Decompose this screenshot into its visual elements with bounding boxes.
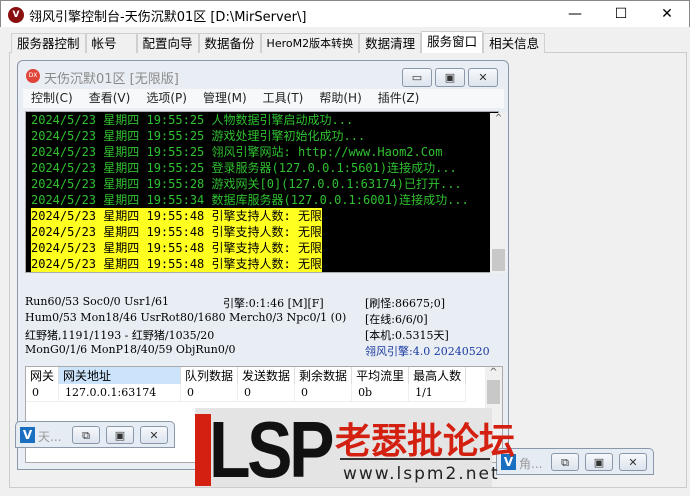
log-line-highlight: 2024/5/23 星期四 19:55:48 引擎支持人数: 无限 <box>31 240 322 256</box>
child-close-button[interactable]: ✕ <box>468 68 498 87</box>
log-line: 2024/5/23 星期四 19:55:25 登录服务器(127.0.0.1:5… <box>31 161 457 175</box>
col-avg-flow[interactable]: 平均流里 <box>351 367 410 384</box>
dx-icon: DX <box>26 69 40 83</box>
log-line: 2024/5/23 星期四 19:55:25 翎风引擎网站: http://ww… <box>31 145 443 159</box>
menu-bar: 控制(C) 查看(V) 选项(P) 管理(M) 工具(T) 帮助(H) 插件(Z… <box>23 89 504 108</box>
status-panel: Run60/53 Soc0/0 Usr1/61 引擎:0:1:46 [M][F]… <box>25 295 501 365</box>
minimize-button[interactable]: — <box>552 1 598 28</box>
table-row[interactable]: 0 127.0.0.1:63174 0 0 0 0b 1/1 <box>26 384 467 402</box>
maximize-button[interactable]: ☐ <box>598 1 644 28</box>
menu-manage[interactable]: 管理(M) <box>195 89 255 108</box>
tab-data-cleanup[interactable]: 数据清理 <box>359 33 422 53</box>
refresh-monsters: [刷怪:86675;0] <box>365 297 445 310</box>
menu-plugins[interactable]: 插件(Z) <box>370 89 428 108</box>
log-line: 2024/5/23 星期四 19:55:34 数据库服务器(127.0.0.1:… <box>31 193 469 207</box>
cell: 0 <box>294 384 353 402</box>
menu-view[interactable]: 查看(V) <box>81 89 139 108</box>
close-button[interactable]: ✕ <box>140 426 168 444</box>
v-app-icon: V <box>20 427 35 443</box>
log-scrollbar[interactable]: ^ <box>490 113 507 273</box>
grid-header: 网关 网关地址 队列数据 发送数据 剩余数据 平均流里 最高人数 <box>26 367 467 384</box>
logo-divider <box>340 458 490 460</box>
app-logo-icon: V <box>8 7 24 23</box>
cell: 0 <box>237 384 296 402</box>
cell: 1/1 <box>408 384 467 402</box>
cell: 0b <box>351 384 410 402</box>
scroll-up-icon[interactable]: ^ <box>490 113 507 124</box>
cell: 0 <box>26 384 60 402</box>
col-gateway-address[interactable]: 网关地址 <box>58 367 182 384</box>
scroll-thumb[interactable] <box>487 380 500 404</box>
minimized-window-1[interactable]: V 天... ⧉ ▣ ✕ <box>15 421 175 448</box>
logo-url: www.lspm2.net <box>343 464 500 484</box>
title-bar: V 翎风引擎控制台-天伤沉默01区 [D:\MirServer\] — ☐ ✕ <box>0 0 690 27</box>
object-stats: MonG0/1/6 MonP18/40/59 ObjRun0/0 <box>25 343 236 356</box>
log-output[interactable]: 2024/5/23 星期四 19:55:25 人物数据引擎启动成功... 202… <box>25 111 507 273</box>
col-send-data[interactable]: 发送数据 <box>237 367 296 384</box>
cell: 127.0.0.1:63174 <box>58 384 182 402</box>
col-gateway[interactable]: 网关 <box>26 367 60 384</box>
tab-server-control[interactable]: 服务器控制 <box>11 33 86 53</box>
col-remaining-data[interactable]: 剩余数据 <box>294 367 353 384</box>
logo-lsp: LSP <box>209 405 334 494</box>
col-queue-data[interactable]: 队列数据 <box>180 367 239 384</box>
local-uptime: [本机:0.5315天] <box>365 329 449 342</box>
tab-account[interactable]: 帐号 <box>85 33 137 53</box>
close-button[interactable]: ✕ <box>619 453 647 471</box>
tab-related-info[interactable]: 相关信息 <box>483 33 546 53</box>
minimized-window-2[interactable]: V 角... ⧉ ▣ ✕ <box>496 448 654 475</box>
cell: 0 <box>180 384 239 402</box>
run-stats: Run60/53 Soc0/0 Usr1/61 <box>25 295 170 308</box>
tab-data-backup[interactable]: 数据备份 <box>198 33 261 53</box>
log-line: 2024/5/23 星期四 19:55:25 游戏处理引擎初始化成功... <box>31 129 366 143</box>
menu-tools[interactable]: 工具(T) <box>255 89 312 108</box>
maximize-button[interactable]: ▣ <box>585 453 613 471</box>
minimized-title: 天... <box>38 430 62 444</box>
scroll-thumb[interactable] <box>492 249 505 271</box>
restore-button[interactable]: ⧉ <box>551 453 579 471</box>
child-maximize-button[interactable]: ▣ <box>435 68 465 87</box>
log-line-highlight: 2024/5/23 星期四 19:55:48 引擎支持人数: 无限 <box>31 256 322 272</box>
col-max-users[interactable]: 最高人数 <box>408 367 467 384</box>
maximize-button[interactable]: ▣ <box>106 426 134 444</box>
tab-strip: 服务器控制 帐号 配置向导 数据备份 HeroM2版本转换 数据清理 服务窗口 … <box>11 31 546 53</box>
tab-config-wizard[interactable]: 配置向导 <box>136 33 199 53</box>
log-line-highlight: 2024/5/23 星期四 19:55:48 引擎支持人数: 无限 <box>31 224 322 240</box>
human-stats: Hum0/53 Mon18/46 UsrRot80/1680 Merch0/3 … <box>25 311 347 324</box>
menu-options[interactable]: 选项(P) <box>138 89 195 108</box>
menu-control[interactable]: 控制(C) <box>23 89 81 108</box>
watermark-logo: LSP 老瑟批论坛 www.lspm2.net <box>195 405 515 494</box>
engine-time: 引擎:0:1:46 [M][F] <box>223 297 324 310</box>
window-title: 翎风引擎控制台-天伤沉默01区 [D:\MirServer\] <box>29 10 307 25</box>
logo-forum-name: 老瑟批论坛 <box>335 421 516 462</box>
tab-herom2-convert[interactable]: HeroM2版本转换 <box>260 33 360 53</box>
engine-version: 翎风引擎:4.0 20240520 <box>365 345 490 358</box>
menu-help[interactable]: 帮助(H) <box>311 89 369 108</box>
log-line: 2024/5/23 星期四 19:55:28 游戏网关[0](127.0.0.1… <box>31 177 462 191</box>
monster-info: 红野猪,1191/1193 - 红野猪/1035/20 <box>25 329 215 342</box>
log-line: 2024/5/23 星期四 19:55:25 人物数据引擎启动成功... <box>31 113 354 127</box>
online-count: [在线:6/6/0] <box>365 313 428 326</box>
minimized-title: 角... <box>519 457 543 471</box>
child-minimize-button[interactable]: ▭ <box>402 68 432 87</box>
tab-service-window[interactable]: 服务窗口 <box>421 31 484 53</box>
child-title: 天伤沉默01区 [无限版] <box>44 72 179 87</box>
log-line-highlight: 2024/5/23 星期四 19:55:48 引擎支持人数: 无限 <box>31 208 322 224</box>
restore-button[interactable]: ⧉ <box>72 426 100 444</box>
child-title-bar: DX 天伤沉默01区 [无限版] ▭ ▣ ✕ <box>18 61 508 89</box>
scroll-up-icon[interactable]: ^ <box>485 367 502 378</box>
close-button[interactable]: ✕ <box>644 1 690 28</box>
